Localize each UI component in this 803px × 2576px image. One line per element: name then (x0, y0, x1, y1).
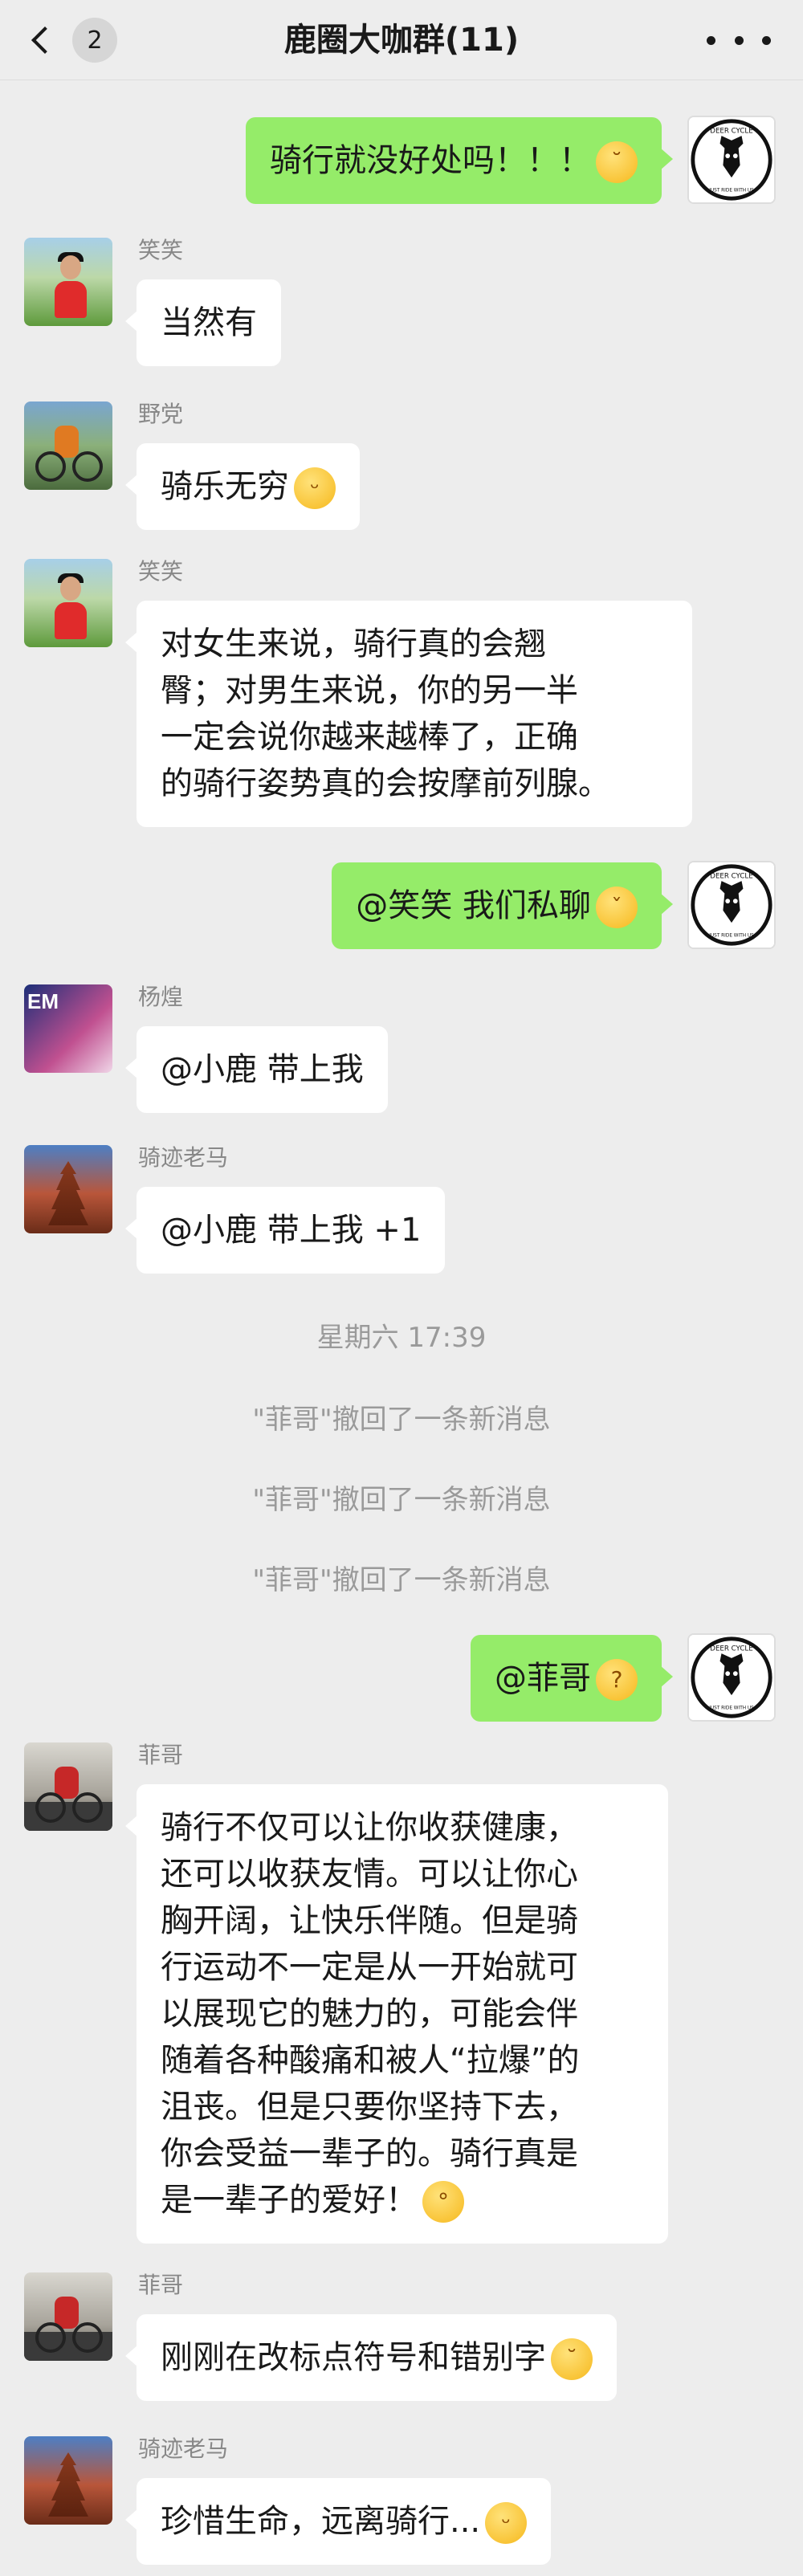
face-with-relieved-icon: ˘ (551, 2338, 593, 2380)
message-bubble[interactable]: 刚刚在改标点符号和错别字 ˘ (125, 2314, 617, 2401)
sender-name: 骑迹老马 (138, 2435, 229, 2462)
message-row: 野党 骑乐无穷 ᵕ (0, 401, 803, 538)
message-row: @笑笑 我们私聊 ˇ DEER CYCLE JUST RIDE WITH US (0, 861, 803, 949)
message-line: 你会受益一辈子的。骑行真是 (161, 2135, 578, 2172)
chat-title: 鹿圈大咖群(11) (283, 22, 520, 59)
message-line: 对女生来说，骑行真的会翘 (161, 626, 546, 662)
message-text: 骑行就没好处吗！！！ (270, 142, 591, 179)
message-row: 菲哥 刚刚在改标点符号和错别字 ˘ (0, 2272, 803, 2409)
message-bubble[interactable]: 骑行就没好处吗！！！ ˘ (246, 117, 673, 204)
message-line: 臀；对男生来说，你的另一半 (161, 672, 578, 709)
message-line: 随着各种酸痛和被人“拉爆”的 (161, 2042, 580, 2079)
message-line: 是一辈子的爱好！ (161, 2182, 418, 2219)
message-bubble[interactable]: @小鹿 带上我 +1 (124, 1187, 446, 1274)
smiling-face-icon: ᵕ (485, 2502, 528, 2544)
message-text: @笑笑 我们私聊 (356, 887, 591, 924)
chat-header: 2 鹿圈大咖群(11) (0, 0, 803, 80)
my-avatar[interactable]: DEER CYCLE JUST RIDE WITH US (687, 861, 776, 949)
sender-name: 野党 (138, 401, 184, 427)
logo-text-top: DEER CYCLE (710, 872, 752, 880)
message-line: 的骑行姿势真的会按摩前列腺。 (161, 765, 610, 802)
message-text: 刚刚在改标点符号和错别字 (161, 2339, 546, 2376)
message-row: 骑迹老马 @小鹿 带上我 +1 (0, 1144, 803, 1282)
logo-text-bottom: JUST RIDE WITH US (708, 189, 754, 194)
avatar[interactable]: EM (24, 984, 112, 1073)
message-row: 菲哥 骑行不仅可以让你收获健康， 还可以收获友情。可以让你心 胸开阔，让快乐伴随… (0, 1742, 803, 2244)
recall-notice: "菲哥"撤回了一条新消息 (252, 1484, 551, 1516)
logo-text-bottom: JUST RIDE WITH US (708, 934, 754, 939)
message-text: 珍惜生命，远离骑行... (161, 2503, 481, 2540)
avatar[interactable] (24, 238, 112, 326)
my-avatar[interactable]: DEER CYCLE JUST RIDE WITH US (687, 116, 776, 204)
message-text: @菲哥 (495, 1660, 591, 1697)
grinning-face-icon: ᵕ (294, 467, 336, 509)
message-text: @小鹿 带上我 (161, 1051, 364, 1088)
avatar[interactable] (24, 1742, 112, 1831)
avatar-art: EM (27, 989, 59, 1013)
sender-name: 菲哥 (138, 1742, 184, 1768)
avatar[interactable] (24, 401, 112, 490)
shushing-face-icon: ˇ (596, 887, 638, 928)
thinking-face-icon: ? (596, 1659, 638, 1701)
sender-name: 杨煌 (138, 984, 184, 1010)
message-row: 骑行就没好处吗！！！ ˘ DEER CYCLE JUST RIDE WITH US (0, 116, 803, 204)
more-options-icon[interactable] (707, 32, 771, 48)
message-bubble[interactable]: 对女生来说，骑行真的会翘 臀；对男生来说，你的另一半 一定会说你越来越棒了，正确… (125, 601, 692, 827)
message-bubble[interactable]: 珍惜生命，远离骑行... ᵕ (124, 2478, 552, 2565)
message-row: @菲哥? DEER CYCLE JUST RIDE WITH US (0, 1633, 803, 1722)
message-text: 骑乐无穷 (161, 468, 289, 505)
timestamp: 星期六 17:39 (316, 1322, 487, 1354)
message-line: 行运动不一定是从一开始就可 (161, 1949, 578, 1986)
avatar[interactable] (24, 559, 112, 647)
message-line: 一定会说你越来越棒了，正确 (161, 719, 578, 756)
recall-notice: "菲哥"撤回了一条新消息 (252, 1404, 551, 1436)
avatar[interactable] (24, 2272, 112, 2361)
message-text: @小鹿 带上我 +1 (161, 1212, 422, 1249)
message-bubble[interactable]: @小鹿 带上我 (125, 1026, 388, 1113)
sender-name: 菲哥 (138, 2272, 184, 2298)
sender-name: 骑迹老马 (138, 1144, 229, 1171)
sender-name: 笑笑 (138, 558, 184, 585)
face-with-relieved-icon: ˘ (596, 141, 638, 183)
message-row: 笑笑 当然有 (0, 237, 803, 374)
message-row: 骑迹老马 珍惜生命，远离骑行... ᵕ (0, 2435, 803, 2573)
message-line: 胸开阔，让快乐伴随。但是骑 (161, 1902, 578, 1939)
message-line: 沮丧。但是只要你坚持下去， (161, 2089, 578, 2126)
logo-text-bottom: JUST RIDE WITH US (708, 1706, 754, 1711)
message-row: EM 杨煌 @小鹿 带上我 (0, 984, 803, 1121)
message-bubble[interactable]: 当然有 (125, 279, 281, 366)
message-bubble[interactable]: @菲哥? (471, 1635, 673, 1722)
sender-name: 笑笑 (138, 237, 184, 263)
message-row: 笑笑 对女生来说，骑行真的会翘 臀；对男生来说，你的另一半 一定会说你越来越棒了… (0, 558, 803, 832)
message-bubble[interactable]: @笑笑 我们私聊 ˇ (332, 862, 673, 949)
recall-notice: "菲哥"撤回了一条新消息 (252, 1564, 551, 1596)
logo-text-top: DEER CYCLE (710, 127, 752, 135)
message-text: 当然有 (161, 304, 257, 341)
logo-text-top: DEER CYCLE (710, 1645, 752, 1653)
message-line: 还可以收获友情。可以让你心 (161, 1856, 578, 1893)
message-bubble[interactable]: 骑行不仅可以让你收获健康， 还可以收获友情。可以让你心 胸开阔，让快乐伴随。但是… (125, 1784, 668, 2244)
message-line: 骑行不仅可以让你收获健康， (161, 1809, 578, 1846)
monocle-face-icon: ° (422, 2181, 464, 2223)
message-bubble[interactable]: 骑乐无穷 ᵕ (125, 443, 360, 530)
message-line: 以展现它的魅力的，可能会伴 (161, 1995, 578, 2032)
avatar[interactable] (24, 2436, 112, 2525)
avatar[interactable] (24, 1145, 112, 1233)
my-avatar[interactable]: DEER CYCLE JUST RIDE WITH US (687, 1633, 776, 1722)
